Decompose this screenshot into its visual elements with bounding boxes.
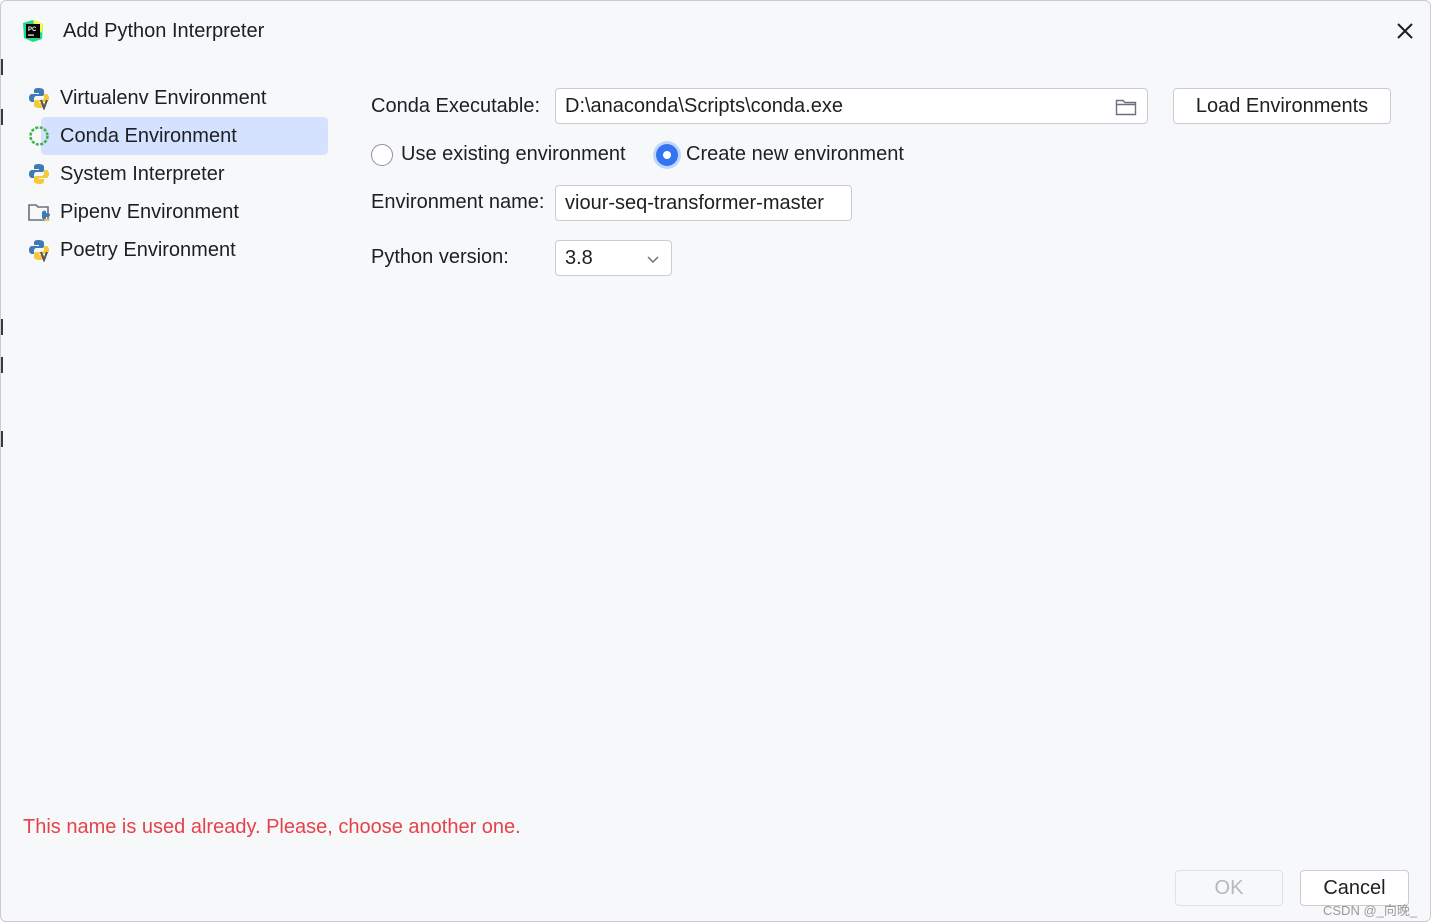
ok-button[interactable]: OK [1175, 870, 1283, 906]
load-environments-button[interactable]: Load Environments [1173, 88, 1391, 124]
background-window-edge [1, 431, 3, 447]
add-python-interpreter-dialog: PC Add Python Interpreter Virtualenv Env… [0, 0, 1431, 922]
python-version-label: Python version: [371, 246, 509, 268]
environment-name-value: viour-seq-transformer-master [565, 191, 824, 214]
conda-executable-field[interactable]: D:\anaconda\Scripts\conda.exe [555, 88, 1148, 124]
pipenv-folder-icon [28, 204, 50, 221]
conda-executable-label: Conda Executable: [371, 95, 541, 117]
conda-executable-value: D:\anaconda\Scripts\conda.exe [565, 94, 843, 117]
environment-name-input[interactable]: viour-seq-transformer-master [555, 185, 852, 221]
python-version-dropdown[interactable]: 3.8 [555, 240, 672, 276]
poetry-python-icon [29, 240, 49, 262]
sidebar-item-label: System Interpreter [60, 162, 225, 185]
sidebar-item-label: Virtualenv Environment [60, 86, 267, 109]
background-window-edge [1, 109, 3, 125]
sidebar-item-label: Pipenv Environment [60, 200, 239, 223]
pycharm-logo-icon: PC [23, 20, 43, 42]
sidebar-item-poetry[interactable]: Poetry Environment [21, 231, 331, 269]
sidebar-item-system-interpreter[interactable]: System Interpreter [21, 155, 331, 193]
create-new-environment-radio[interactable] [656, 144, 678, 166]
title-bar: PC Add Python Interpreter [1, 1, 1430, 63]
use-existing-environment-label[interactable]: Use existing environment [401, 143, 626, 166]
sidebar-item-conda[interactable]: Conda Environment [21, 117, 331, 155]
background-window-edge [1, 357, 3, 373]
environment-name-label: Environment name: [371, 191, 545, 213]
watermark: CSDN @_向晚_ [1323, 903, 1418, 918]
svg-text:PC: PC [28, 27, 37, 33]
use-existing-environment-radio[interactable] [371, 144, 393, 166]
environment-type-list: Virtualenv Environment Conda Environment… [21, 79, 331, 269]
virtualenv-python-icon [29, 88, 49, 110]
sidebar-item-label: Conda Environment [60, 124, 237, 147]
close-icon[interactable] [1391, 17, 1419, 45]
chevron-down-icon [647, 256, 659, 264]
sidebar-item-label: Poetry Environment [60, 238, 236, 261]
background-window-edge [1, 319, 3, 335]
sidebar-item-virtualenv[interactable]: Virtualenv Environment [21, 79, 331, 117]
conda-ring-icon [29, 126, 49, 146]
create-new-environment-label[interactable]: Create new environment [686, 143, 904, 166]
folder-icon[interactable] [1115, 97, 1137, 117]
python-version-value: 3.8 [565, 246, 593, 269]
python-icon [29, 164, 49, 184]
sidebar-item-pipenv[interactable]: Pipenv Environment [21, 193, 331, 231]
validation-error-message: This name is used already. Please, choos… [23, 816, 521, 838]
dialog-title: Add Python Interpreter [63, 20, 265, 42]
